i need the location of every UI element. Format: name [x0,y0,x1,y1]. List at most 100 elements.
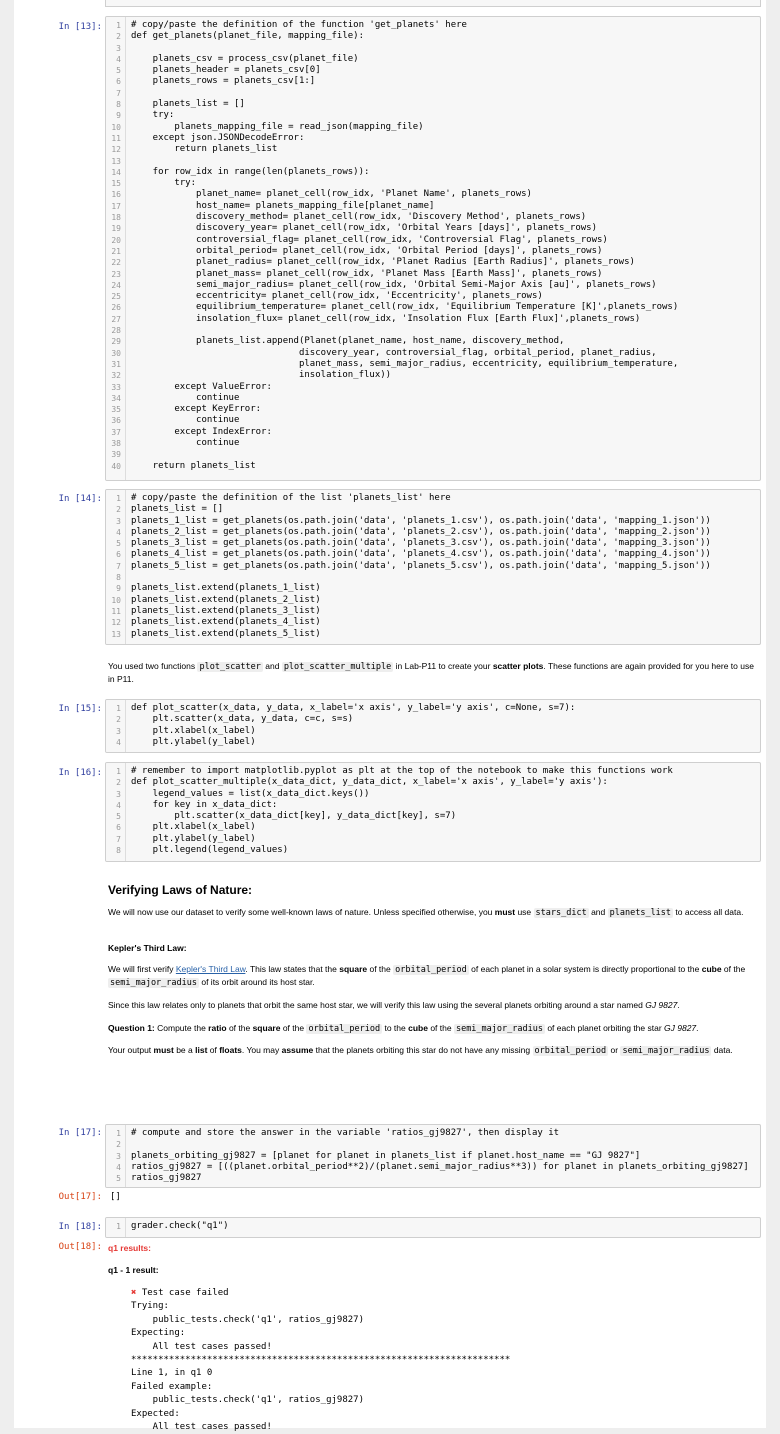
code-line: 1 grader.check("q1") [106,1221,760,1232]
log-text: Expecting: [131,1328,186,1339]
code-line: 8 [106,572,760,583]
code-text: planets_list.extend(planets_1_list) [131,583,321,594]
code-editor[interactable]: 1 # compute and store the answer in the v… [105,1124,761,1188]
code-line: 40 return planets_list [106,461,760,472]
code-text: def plot_scatter_multiple(x_data_dict, y… [131,777,608,788]
line-number: 25 [111,292,121,302]
log-text: Expected: [131,1408,180,1419]
code-line: 22 planet_radius= planet_cell(row_idx, '… [106,257,760,268]
code-line: 37 except IndexError: [106,427,760,438]
code-text: ratios_gj9827 = [((planet.orbital_period… [131,1161,749,1172]
code-line: 30 discovery_year, controversial_flag, o… [106,348,760,359]
code-line: 11 except json.JSONDecodeError: [106,133,760,144]
code-line: 4 ratios_gj9827 = [((planet.orbital_perio… [106,1162,760,1173]
code-text: planets_list.extend(planets_5_list) [131,628,321,639]
code-line: 7 planets_5_list = get_planets(os.path.jo… [106,561,760,572]
code-line: 1 # copy/paste the definition of the list… [106,493,760,504]
code-line: 17 host_name= planets_mapping_file[plane… [106,201,760,212]
code-lines: 1 # remember to import matplotlib.pyplot … [106,766,760,856]
code-line: 9 try: [106,110,760,121]
line-number: 35 [111,405,121,415]
code-editor[interactable]: 1 def plot_scatter(x_data, y_data, x_labe… [105,699,761,753]
keplers-law-link[interactable]: Kepler's Third Law [176,964,246,974]
previous-cell-edge [105,0,761,7]
code-text: equilibrium_temperature= planet_cell(row… [131,302,679,313]
log-text: ****************************************… [131,1354,511,1365]
code-text: planet_radius= planet_cell(row_idx, 'Pla… [131,257,635,268]
code-line: 9 planets_list.extend(planets_1_list) [106,583,760,594]
code-line: 13 planets_list.extend(planets_5_list) [106,629,760,640]
code-lines: 1 # compute and store the answer in the v… [106,1128,760,1184]
code-text: insolation_flux= planet_cell(row_idx, 'I… [131,313,641,324]
code-editor[interactable]: 1 grader.check("q1") [105,1217,761,1238]
code-line: 11 planets_list.extend(planets_3_list) [106,606,760,617]
plot-functions-text: You used two functions plot_scatter and … [108,661,754,684]
line-number: 3 [116,1151,121,1161]
line-number: 4 [116,800,121,810]
line-number: 11 [111,133,121,143]
code-line: 7 [106,88,760,99]
code-line: 26 equilibrium_temperature= planet_cell(… [106,302,760,313]
code-line: 7 plt.ylabel(y_label) [106,834,760,845]
line-number: 29 [111,337,121,347]
code-lines: 1 # copy/paste the definition of the func… [106,20,760,472]
code-text: legend_values = list(x_data_dict.keys()) [131,788,370,799]
line-number: 13 [111,629,121,639]
code-text: discovery_method= planet_cell(row_idx, '… [131,212,587,223]
code-text: for key in x_data_dict: [131,799,278,810]
section-heading: Verifying Laws of Nature: [108,883,253,897]
input-prompt: In [15]: [58,704,102,714]
code-line: 10 planets_list.extend(planets_2_list) [106,595,760,606]
result-subtitle: q1 - 1 result: [108,1265,159,1275]
log-line: All test cases passed! [131,1421,751,1434]
notebook-page: In [13]: 1 # copy/paste the definition of… [14,0,766,1432]
line-number: 28 [111,326,121,336]
code-line: 8 planets_list = [] [106,99,760,110]
code-line: 1 # compute and store the answer in the v… [106,1128,760,1139]
code-text: planets_header = planets_csv[0] [131,65,321,76]
code-editor[interactable]: 1 # copy/paste the definition of the func… [105,16,761,481]
line-number: 6 [116,550,121,560]
log-line: Expecting: [131,1327,751,1340]
code-line: 2 [106,1139,760,1150]
line-number: 22 [111,258,121,268]
line-number: 4 [116,527,121,537]
input-prompt: In [13]: [58,22,102,32]
code-line: 24 semi_major_radius= planet_cell(row_id… [106,280,760,291]
code-line: 2 plt.scatter(x_data, y_data, c=c, s=s) [106,714,760,725]
code-text: planets_csv = process_csv(planet_file) [131,53,359,64]
code-text: plt.xlabel(x_label) [131,822,256,833]
code-lines: 1 grader.check("q1") [106,1221,760,1232]
code-text: plt.scatter(x_data_dict[key], y_data_dic… [131,811,457,822]
code-text: planets_list.append(Planet(planet_name, … [131,336,565,347]
line-number: 6 [116,823,121,833]
code-line: 29 planets_list.append(Planet(planet_nam… [106,336,760,347]
line-number: 1 [116,21,121,30]
line-number: 23 [111,269,121,279]
line-number: 37 [111,427,121,437]
line-number: 3 [116,789,121,799]
code-editor[interactable]: 1 # copy/paste the definition of the list… [105,489,761,645]
code-text: except ValueError: [131,381,272,392]
line-number: 38 [111,438,121,448]
code-text: # remember to import matplotlib.pyplot a… [131,766,673,776]
markdown-plot-functions: You used two functions plot_scatter and … [108,660,754,685]
log-line: Line 1, in q1 0 [131,1367,751,1380]
code-line: 18 discovery_method= planet_cell(row_idx… [106,212,760,223]
code-editor[interactable]: 1 # remember to import matplotlib.pyplot … [105,762,761,862]
code-text: insolation_flux)) [131,370,392,381]
code-text: grader.check("q1") [131,1221,229,1231]
code-text: plt.legend(legend_values) [131,845,289,856]
code-text: def get_planets(planet_file, mapping_fil… [131,31,364,42]
code-line: 4 planets_csv = process_csv(planet_file) [106,54,760,65]
code-text: planets_5_list = get_planets(os.path.joi… [131,560,711,571]
code-line: 6 planets_rows = planets_csv[1:] [106,76,760,87]
line-number: 13 [111,156,121,166]
code-text: continue [131,392,240,403]
line-number: 16 [111,190,121,200]
line-number: 5 [116,539,121,549]
code-line: 12 return planets_list [106,144,760,155]
grader-log: ✖ Test case failed Trying: public_tests.c… [131,1287,751,1434]
code-line: 1 # remember to import matplotlib.pyplot … [106,766,760,777]
code-text: return planets_list [131,144,278,155]
